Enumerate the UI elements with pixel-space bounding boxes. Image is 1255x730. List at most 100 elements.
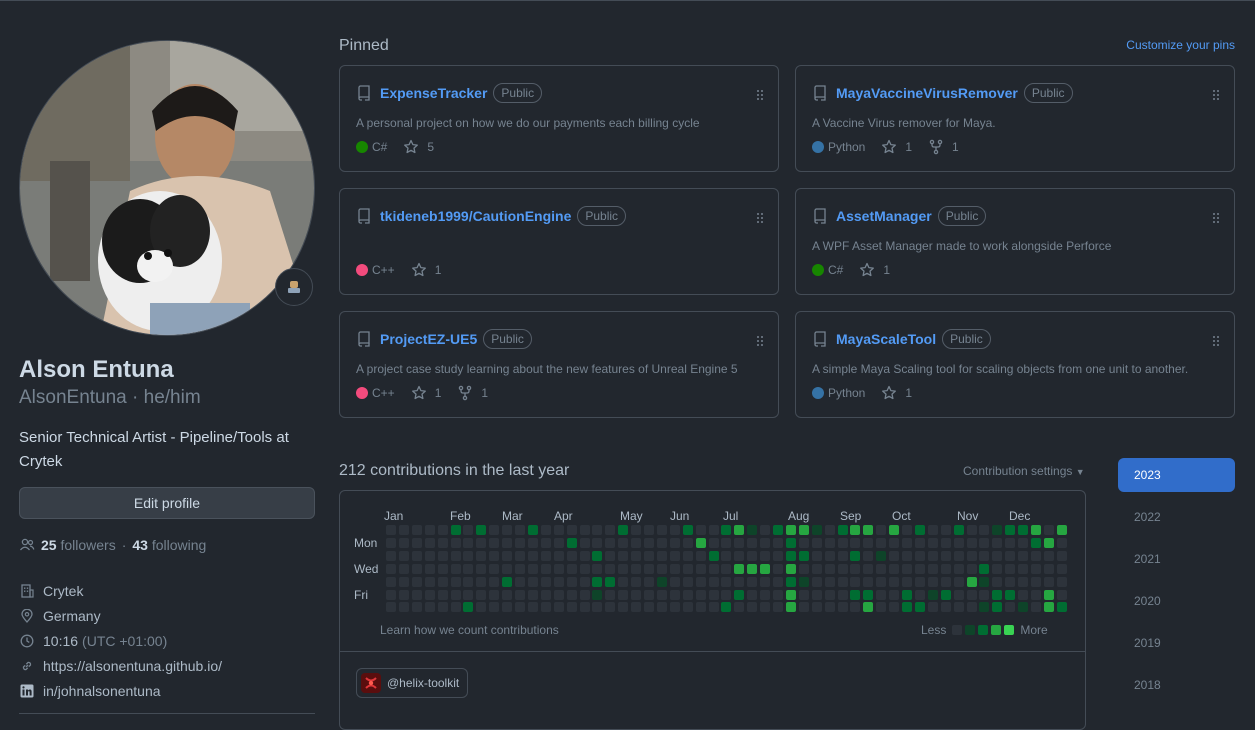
contribution-day-cell[interactable] <box>424 550 435 561</box>
contribution-day-cell[interactable] <box>656 537 667 548</box>
contribution-day-cell[interactable] <box>953 550 964 561</box>
contribution-day-cell[interactable] <box>927 602 938 613</box>
contribution-day-cell[interactable] <box>876 602 887 613</box>
contribution-day-cell[interactable] <box>966 563 977 574</box>
contribution-settings-dropdown[interactable]: Contribution settings ▼ <box>963 464 1085 478</box>
year-link-2018[interactable]: 2018 <box>1118 668 1235 702</box>
contribution-day-cell[interactable] <box>914 550 925 561</box>
contribution-day-cell[interactable] <box>773 525 783 535</box>
contribution-day-cell[interactable] <box>644 550 654 561</box>
contribution-day-cell[interactable] <box>902 589 912 600</box>
contribution-day-cell[interactable] <box>656 550 667 561</box>
contribution-day-cell[interactable] <box>966 525 977 535</box>
contribution-day-cell[interactable] <box>734 537 745 548</box>
contribution-day-cell[interactable] <box>1018 550 1029 561</box>
contribution-day-cell[interactable] <box>773 602 783 613</box>
contribution-day-cell[interactable] <box>953 602 964 613</box>
contribution-day-cell[interactable] <box>811 525 822 535</box>
drag-handle-icon[interactable] <box>1212 334 1220 352</box>
contribution-day-cell[interactable] <box>1056 525 1067 535</box>
drag-handle-icon[interactable] <box>756 88 764 106</box>
contribution-day-cell[interactable] <box>386 525 396 535</box>
contribution-day-cell[interactable] <box>540 602 551 613</box>
contribution-day-cell[interactable] <box>811 563 822 574</box>
contribution-day-cell[interactable] <box>863 537 874 548</box>
contribution-day-cell[interactable] <box>734 563 745 574</box>
contribution-day-cell[interactable] <box>437 576 448 587</box>
contribution-day-cell[interactable] <box>1018 537 1029 548</box>
contribution-day-cell[interactable] <box>760 589 771 600</box>
contribution-day-cell[interactable] <box>1043 525 1054 535</box>
contribution-day-cell[interactable] <box>824 589 835 600</box>
forks-link[interactable]: 1 <box>928 139 959 155</box>
contribution-day-cell[interactable] <box>450 576 461 587</box>
contribution-day-cell[interactable] <box>618 550 629 561</box>
customize-pins-link[interactable]: Customize your pins <box>1126 38 1235 52</box>
contribution-day-cell[interactable] <box>644 563 654 574</box>
contribution-day-cell[interactable] <box>940 525 951 535</box>
contribution-day-cell[interactable] <box>656 602 667 613</box>
contribution-day-cell[interactable] <box>927 525 938 535</box>
contribution-day-cell[interactable] <box>515 602 525 613</box>
year-link-2019[interactable]: 2019 <box>1118 626 1235 660</box>
contribution-day-cell[interactable] <box>424 525 435 535</box>
contribution-day-cell[interactable] <box>708 589 719 600</box>
contribution-day-cell[interactable] <box>773 537 783 548</box>
contribution-day-cell[interactable] <box>631 563 642 574</box>
contribution-day-cell[interactable] <box>708 602 719 613</box>
forks-link[interactable]: 1 <box>457 385 488 401</box>
contribution-day-cell[interactable] <box>437 550 448 561</box>
contribution-day-cell[interactable] <box>605 525 616 535</box>
contribution-day-cell[interactable] <box>798 576 809 587</box>
contribution-day-cell[interactable] <box>863 563 874 574</box>
contribution-day-cell[interactable] <box>1056 576 1067 587</box>
stargazers-link[interactable]: 1 <box>859 262 890 278</box>
contribution-day-cell[interactable] <box>1018 563 1029 574</box>
contribution-day-cell[interactable] <box>1018 602 1029 613</box>
contribution-day-cell[interactable] <box>605 563 616 574</box>
contribution-day-cell[interactable] <box>914 602 925 613</box>
stargazers-link[interactable]: 1 <box>411 385 441 401</box>
contribution-day-cell[interactable] <box>695 602 706 613</box>
contribution-day-cell[interactable] <box>760 525 771 535</box>
contribution-day-cell[interactable] <box>424 576 435 587</box>
contribution-day-cell[interactable] <box>411 550 422 561</box>
contribution-day-cell[interactable] <box>824 563 835 574</box>
contribution-day-cell[interactable] <box>553 589 564 600</box>
contribution-day-cell[interactable] <box>914 525 925 535</box>
contribution-day-cell[interactable] <box>785 525 796 535</box>
contribution-day-cell[interactable] <box>592 576 603 587</box>
contribution-day-cell[interactable] <box>656 589 667 600</box>
contribution-day-cell[interactable] <box>940 576 951 587</box>
drag-handle-icon[interactable] <box>1212 211 1220 229</box>
contribution-day-cell[interactable] <box>992 589 1003 600</box>
contribution-day-cell[interactable] <box>734 602 745 613</box>
contribution-day-cell[interactable] <box>398 525 409 535</box>
contribution-day-cell[interactable] <box>1031 589 1041 600</box>
contribution-day-cell[interactable] <box>798 563 809 574</box>
contribution-day-cell[interactable] <box>1005 525 1016 535</box>
contribution-day-cell[interactable] <box>618 537 629 548</box>
contribution-day-cell[interactable] <box>850 537 861 548</box>
contribution-day-cell[interactable] <box>811 550 822 561</box>
contribution-day-cell[interactable] <box>398 589 409 600</box>
contribution-day-cell[interactable] <box>1005 537 1016 548</box>
contribution-day-cell[interactable] <box>437 537 448 548</box>
contribution-day-cell[interactable] <box>773 576 783 587</box>
contribution-day-cell[interactable] <box>489 563 500 574</box>
contribution-day-cell[interactable] <box>863 576 874 587</box>
contribution-day-cell[interactable] <box>669 602 680 613</box>
contribution-day-cell[interactable] <box>979 589 990 600</box>
contribution-day-cell[interactable] <box>515 550 525 561</box>
contribution-day-cell[interactable] <box>927 589 938 600</box>
contribution-day-cell[interactable] <box>669 550 680 561</box>
contribution-day-cell[interactable] <box>553 602 564 613</box>
contribution-day-cell[interactable] <box>992 550 1003 561</box>
contribution-day-cell[interactable] <box>502 537 513 548</box>
contribution-day-cell[interactable] <box>1031 576 1041 587</box>
contribution-day-cell[interactable] <box>760 563 771 574</box>
contribution-day-cell[interactable] <box>785 589 796 600</box>
contribution-day-cell[interactable] <box>631 589 642 600</box>
avatar[interactable] <box>19 40 315 336</box>
contribution-day-cell[interactable] <box>398 550 409 561</box>
